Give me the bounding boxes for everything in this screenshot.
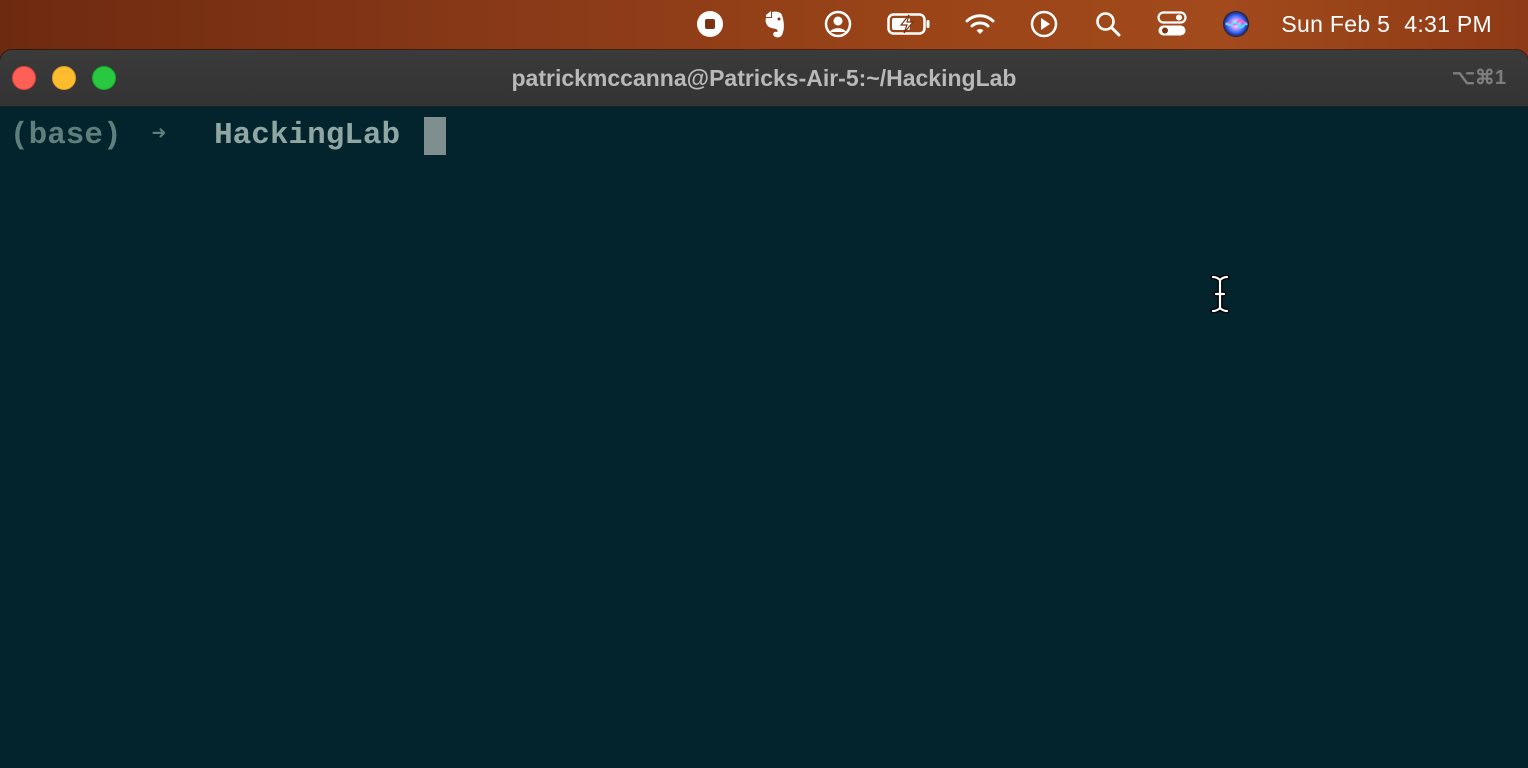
user-account-icon[interactable]: [823, 9, 853, 39]
menu-bar: Sun Feb 5 4:31 PM: [0, 0, 1528, 48]
window-shortcut: ⌥⌘1: [1451, 67, 1506, 89]
current-directory: HackingLab: [214, 118, 401, 153]
prompt-line: (base) ➜ HackingLab: [10, 117, 447, 155]
terminal-window: patrickmccanna@Patricks-Air-5:~/HackingL…: [0, 50, 1528, 768]
control-center-icon[interactable]: [1157, 9, 1188, 39]
search-icon[interactable]: [1093, 9, 1123, 39]
terminal-content[interactable]: (base) ➜ HackingLab: [0, 107, 1528, 768]
wifi-icon[interactable]: [965, 9, 995, 39]
text-cursor: [424, 117, 447, 155]
stop-recording-icon[interactable]: [695, 9, 725, 39]
siri-icon[interactable]: [1221, 9, 1251, 39]
battery-charging-icon[interactable]: [887, 9, 931, 39]
clock-time: 4:31 PM: [1404, 10, 1492, 37]
evernote-icon[interactable]: [759, 9, 789, 39]
ibeam-cursor-icon: [1210, 274, 1230, 318]
window-titlebar[interactable]: patrickmccanna@Patricks-Air-5:~/HackingL…: [0, 50, 1528, 107]
conda-env-label: (base): [10, 118, 122, 153]
prompt-arrow-icon: ➜: [151, 122, 167, 149]
clock-date: Sun Feb 5: [1281, 10, 1391, 37]
menu-bar-clock[interactable]: Sun Feb 5 4:31 PM: [1281, 11, 1492, 38]
desktop: Sun Feb 5 4:31 PM patrickmccanna@Patrick…: [0, 0, 1528, 768]
play-icon[interactable]: [1029, 9, 1059, 39]
window-title: patrickmccanna@Patricks-Air-5:~/HackingL…: [511, 65, 1017, 91]
